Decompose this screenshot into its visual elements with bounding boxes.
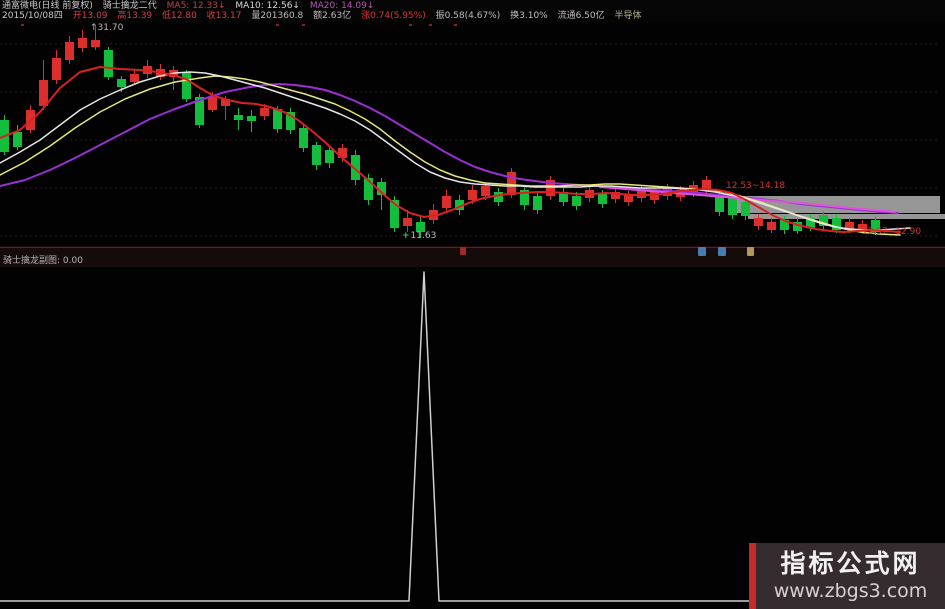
ma20-value: MA20: 14.09↓ (309, 1, 375, 11)
watermark: 指标公式网 www.zbgs3.com (749, 543, 945, 609)
close-value: 收13.17 (206, 11, 242, 21)
high-value: 高13.39 (117, 11, 153, 21)
float-shares-value: 流通6.50亿 (557, 11, 605, 21)
event-marker-announcement-3[interactable] (747, 247, 754, 256)
volume-value: 量201360.8 (251, 11, 304, 21)
watermark-red-bar (749, 543, 756, 609)
main-indicator-name[interactable]: 骑士擒龙二代 (103, 1, 157, 11)
amount-value: 额2.63亿 (313, 11, 352, 21)
date-value: 2015/10/08四 (2, 11, 63, 21)
sub-indicator-title[interactable]: 骑士擒龙副图: 0.00 (3, 253, 83, 266)
highest-price-annotation: ↑31.70 (90, 23, 124, 33)
low-value: 低12.80 (162, 11, 197, 21)
watermark-site-name: 指标公式网 (780, 549, 921, 578)
sub-indicator-header-strip (0, 248, 945, 267)
stock-title: 通富微电(日线 前复权) (2, 1, 93, 11)
watermark-site-url: www.zbgs3.com (773, 580, 928, 602)
sector-tag[interactable]: 半导体 (615, 11, 642, 21)
info-bar: 通富微电(日线 前复权) 骑士擒龙二代 MA5: 12.33↓ MA10: 12… (0, 0, 945, 22)
amplitude-value: 振0.58(4.67%) (435, 11, 501, 21)
watermark-panel: 指标公式网 www.zbgs3.com (756, 543, 945, 609)
open-value: 开13.09 (72, 11, 108, 21)
ma10-value: MA10: 12.56↓ (235, 1, 300, 11)
lowest-price-annotation: +11.63 (402, 231, 436, 241)
price-zone-label-top: 12.53~14.18 (726, 181, 786, 191)
event-marker-announcement-1[interactable] (698, 247, 706, 256)
candlestick-chart-canvas[interactable] (0, 0, 945, 609)
turnover-value: 换3.10% (510, 11, 548, 21)
lowest-price-text: 11.63 (410, 231, 437, 241)
event-marker-signal[interactable] (460, 247, 466, 255)
ma5-value: MA5: 12.33↓ (166, 1, 226, 11)
info-bar-row2: 2015/10/08四 开13.09 高13.39 低12.80 收13.17 … (2, 11, 649, 21)
event-marker-announcement-2[interactable] (718, 247, 726, 256)
info-bar-row1: 通富微电(日线 前复权) 骑士擒龙二代 MA5: 12.33↓ MA10: 12… (2, 1, 381, 11)
stock-app-window: 通富微电(日线 前复权) 骑士擒龙二代 MA5: 12.33↓ MA10: 12… (0, 0, 945, 609)
change-value: 涨0.74(5.95%) (361, 11, 426, 21)
low-point-marker-icon: + (402, 231, 410, 241)
price-zone-label-bottom: 12.57~12.90 (862, 227, 922, 237)
